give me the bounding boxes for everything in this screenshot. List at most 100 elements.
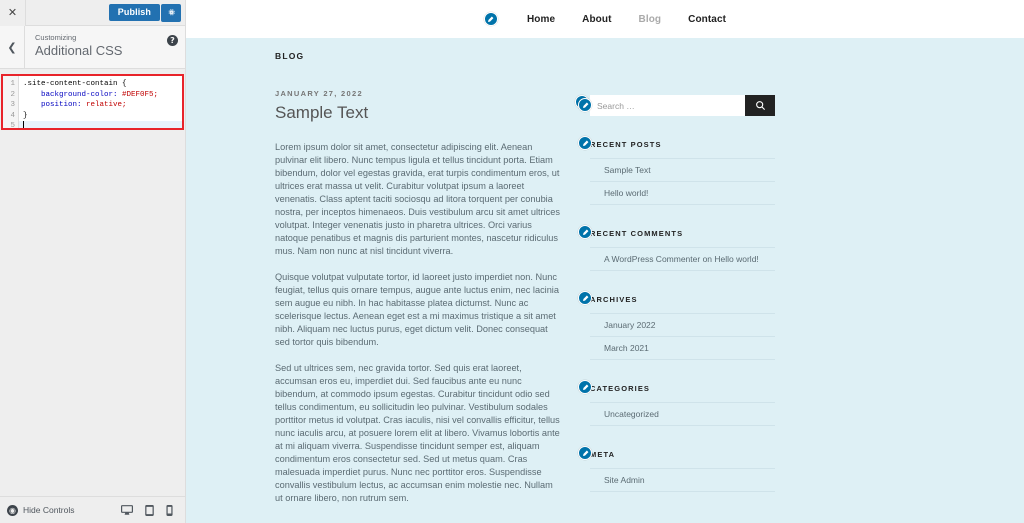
help-icon[interactable]: ?: [167, 35, 178, 46]
site-container: BLOG JANUARY 27, 2022 Sample Text Lorem …: [275, 38, 935, 523]
nav-item-about[interactable]: About: [582, 14, 611, 25]
widget-title: RECENT POSTS: [590, 140, 775, 149]
pencil-glyph: [582, 450, 589, 457]
widget-list: Uncategorized: [590, 402, 775, 426]
css-property: position:: [41, 101, 82, 109]
widget-title: ARCHIVES: [590, 295, 775, 304]
search-button[interactable]: [745, 95, 775, 116]
customizer-footer: ◉ Hide Controls: [0, 496, 185, 523]
css-closing-brace: }: [23, 112, 28, 120]
pencil-glyph: [582, 384, 589, 391]
hide-controls-label: Hide Controls: [23, 505, 75, 515]
chevron-left-icon[interactable]: ❮: [0, 26, 25, 68]
edit-pencil-icon[interactable]: [578, 446, 592, 460]
hide-controls-icon: ◉: [7, 505, 18, 516]
desktop-icon[interactable]: [121, 505, 133, 516]
list-item[interactable]: Uncategorized: [590, 402, 775, 426]
widget-recent-posts: RECENT POSTS Sample Text Hello world!: [590, 140, 775, 205]
widget-title: RECENT COMMENTS: [590, 229, 775, 238]
widget-recent-comments: RECENT COMMENTS A WordPress Commenter on…: [590, 229, 775, 271]
widget-list: A WordPress Commenter on Hello world!: [590, 247, 775, 271]
nav-item-contact[interactable]: Contact: [688, 14, 726, 25]
edit-pencil-icon[interactable]: [578, 291, 592, 305]
gear-icon[interactable]: [161, 4, 181, 22]
text-caret: [23, 121, 24, 129]
code-text-area[interactable]: .site-content-contain { background-color…: [19, 76, 182, 128]
page-title: Additional CSS: [35, 43, 177, 60]
widget-archives: ARCHIVES January 2022 March 2021: [590, 295, 775, 360]
css-selector: .site-content-contain {: [23, 80, 127, 88]
panel-title-group: Customizing Additional CSS ?: [25, 26, 185, 68]
line-number: 3: [3, 100, 18, 111]
list-item[interactable]: January 2022: [590, 313, 775, 336]
post-body: Lorem ipsum dolor sit amet, consectetur …: [275, 141, 560, 505]
list-item[interactable]: March 2021: [590, 336, 775, 360]
edit-pencil-icon[interactable]: [578, 225, 592, 239]
code-line-2: background-color: #DEF0F5;: [23, 90, 182, 101]
hide-controls-button[interactable]: ◉ Hide Controls: [7, 505, 75, 516]
nav-items: Home About Blog Contact: [484, 12, 726, 26]
nav-item-home[interactable]: Home: [527, 14, 555, 25]
list-item[interactable]: Sample Text: [590, 158, 775, 181]
line-number: 1: [3, 79, 18, 90]
main-content-column: JANUARY 27, 2022 Sample Text Lorem ipsum…: [275, 89, 560, 518]
publish-group: Publish: [109, 4, 185, 22]
css-property: background-color:: [41, 91, 118, 99]
css-value: #DEF0F5;: [122, 91, 158, 99]
widget-list: January 2022 March 2021: [590, 313, 775, 360]
edit-pencil-icon[interactable]: [484, 12, 498, 26]
css-code-editor[interactable]: 1 2 3 4 5 .site-content-contain { backgr…: [1, 74, 184, 130]
page-kicker-blog: BLOG: [275, 51, 935, 61]
edit-pencil-icon[interactable]: [578, 98, 592, 112]
post-date: JANUARY 27, 2022: [275, 89, 560, 98]
post-paragraph: Quisque volutpat vulputate tortor, id la…: [275, 271, 560, 349]
customizer-topbar: ✕ Publish: [0, 0, 185, 26]
widget-list: Sample Text Hello world!: [590, 158, 775, 205]
search-icon: [755, 100, 766, 111]
pencil-glyph: [582, 102, 589, 109]
line-number: 5: [3, 121, 18, 130]
site-preview-pane[interactable]: Home About Blog Contact BLOG: [186, 0, 1024, 523]
code-line-5: [19, 121, 182, 130]
search-input[interactable]: Search …: [590, 95, 745, 116]
code-gutter: 1 2 3 4 5: [3, 76, 19, 128]
post-title[interactable]: Sample Text: [275, 103, 560, 123]
widget-title: CATEGORIES: [590, 384, 775, 393]
list-item[interactable]: Hello world!: [590, 181, 775, 205]
widget-categories: CATEGORIES Uncategorized: [590, 384, 775, 426]
edit-pencil-icon[interactable]: [578, 136, 592, 150]
search-row: Search …: [590, 95, 775, 116]
customizer-app: ✕ Publish ❮ Customizing Additional CSS ?: [0, 0, 1024, 523]
customizer-sidebar: ✕ Publish ❮ Customizing Additional CSS ?: [0, 0, 186, 523]
list-item[interactable]: Site Admin: [590, 468, 775, 492]
pencil-glyph: [582, 229, 589, 236]
css-value: relative;: [86, 101, 127, 109]
widget-title: META: [590, 450, 775, 459]
list-item[interactable]: A WordPress Commenter on Hello world!: [590, 247, 775, 271]
customizer-panel-header: ❮ Customizing Additional CSS ?: [0, 26, 185, 69]
nav-item-blog[interactable]: Blog: [639, 14, 662, 25]
mobile-icon[interactable]: [166, 505, 173, 516]
code-line-4: }: [23, 111, 182, 122]
code-line-1: .site-content-contain {: [23, 79, 182, 90]
site-content-contain: BLOG JANUARY 27, 2022 Sample Text Lorem …: [186, 38, 1024, 523]
customizing-label: Customizing: [35, 33, 177, 43]
gear-glyph: [167, 8, 176, 17]
mobile-glyph: [166, 505, 173, 516]
edit-pencil-icon[interactable]: [578, 380, 592, 394]
line-number: 2: [3, 90, 18, 101]
publish-button[interactable]: Publish: [109, 4, 160, 21]
close-customizer-button[interactable]: ✕: [0, 0, 26, 26]
tablet-icon[interactable]: [145, 505, 154, 516]
pencil-glyph: [582, 295, 589, 302]
pencil-glyph: [487, 16, 494, 23]
device-preview-buttons: [121, 505, 179, 516]
line-number: 4: [3, 111, 18, 122]
additional-css-section: 1 2 3 4 5 .site-content-contain { backgr…: [0, 69, 185, 496]
tablet-glyph: [145, 505, 154, 516]
code-line-3: position: relative;: [23, 100, 182, 111]
site-navigation: Home About Blog Contact: [186, 0, 1024, 38]
pencil-glyph: [582, 140, 589, 147]
post-paragraph: Sed ut ultrices sem, nec gravida tortor.…: [275, 362, 560, 505]
widget-meta: META Site Admin: [590, 450, 775, 492]
